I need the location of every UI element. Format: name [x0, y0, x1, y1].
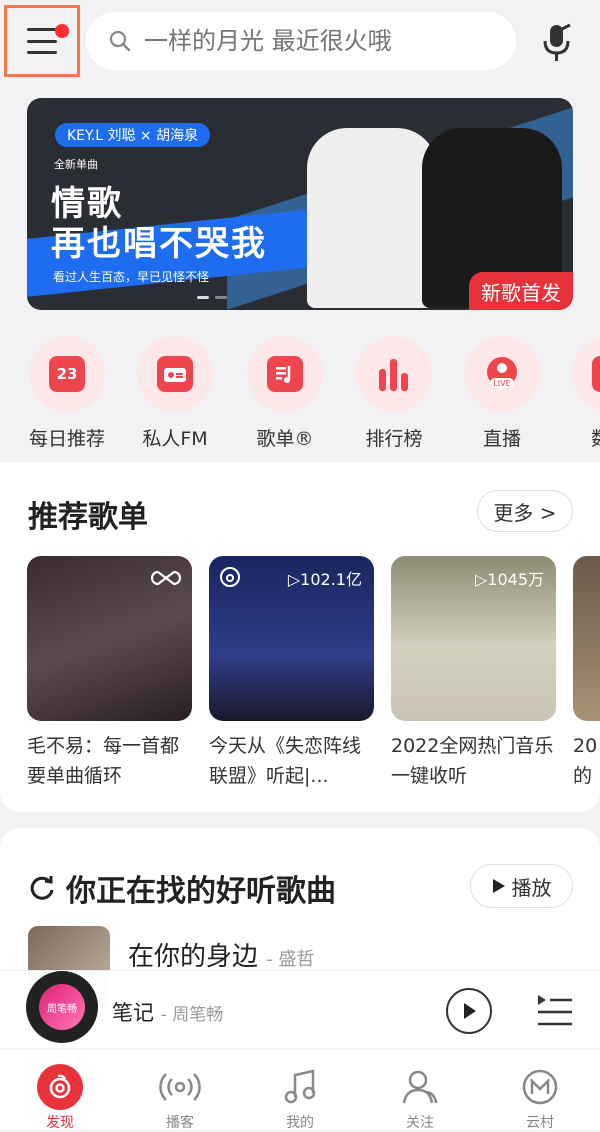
tab-village[interactable]: 云村: [500, 1064, 580, 1132]
mic-icon: [543, 23, 571, 61]
tab-mine[interactable]: 我的: [260, 1064, 340, 1132]
playlist-card[interactable]: ▷102.1亿 今天从《失恋阵线联盟》听起|...: [209, 556, 374, 791]
song-artist: - 盛哲: [266, 949, 315, 970]
refresh-icon: [30, 876, 54, 900]
tab-discover[interactable]: 发现: [20, 1064, 100, 1132]
tab-label: 云村: [526, 1115, 554, 1131]
songs-title: 你正在找的好听歌曲: [66, 874, 336, 909]
banner-pager: [197, 296, 227, 299]
playlist-card[interactable]: 毛不易：每一首都要单曲循环: [27, 556, 192, 791]
radio-icon: [157, 356, 193, 392]
search-icon: [109, 30, 131, 52]
menu-button[interactable]: [4, 5, 80, 77]
playlist-card[interactable]: ▷1045万 2022全网热门音乐一键收听: [391, 556, 556, 791]
mini-player[interactable]: 周笔畅 笔记 - 周笔畅: [0, 970, 600, 1048]
search-input[interactable]: [142, 26, 502, 56]
digital-icon: [592, 356, 600, 392]
follow-icon: [397, 1064, 443, 1110]
banner-artists: KEY.L 刘聪 × 胡海泉: [55, 123, 211, 147]
quick-charts[interactable]: 排行榜: [354, 336, 434, 451]
play-icon: [492, 879, 505, 893]
quick-entries: 23 每日推荐 私人FM 歌单® 排行榜 LIVE 直播 数字: [0, 330, 600, 460]
podcast-icon: [157, 1064, 203, 1110]
tab-podcast[interactable]: 播客: [140, 1064, 220, 1132]
live-icon: LIVE: [487, 357, 517, 388]
playlist-cover: ▷1045万: [391, 556, 556, 721]
banner-tag: 新歌首发: [469, 272, 573, 310]
tab-label: 我的: [286, 1115, 314, 1131]
discover-icon: [37, 1064, 83, 1110]
quick-playlist[interactable]: 歌单®: [245, 336, 325, 451]
tab-label: 播客: [166, 1115, 194, 1131]
banner-title-line2: 再也唱不哭我: [51, 224, 267, 264]
quick-digital[interactable]: 数字: [570, 336, 600, 451]
playlist-card[interactable]: 20的: [573, 556, 600, 791]
bottom-tab-bar: 发现 播客 我的 关注 云村: [0, 1050, 600, 1132]
play-all-button[interactable]: 播放: [470, 864, 573, 908]
playlist-name: 20的: [573, 735, 598, 787]
now-playing-title: 笔记: [112, 1001, 154, 1025]
playlist-cover: [27, 556, 192, 721]
playlist-cover: ▷102.1亿: [209, 556, 374, 721]
song-item[interactable]: 在你的身边 - 盛哲: [128, 936, 315, 973]
now-playing-artist: - 周笔畅: [160, 1005, 224, 1025]
village-icon: [517, 1064, 563, 1110]
recommend-card: 推荐歌单 更多 > 毛不易：每一首都要单曲循环 ▷102.1亿 今天从《失恋阵线…: [0, 462, 600, 812]
chart-icon: [379, 359, 408, 391]
tab-label: 关注: [406, 1115, 434, 1131]
music-note-icon: [277, 1064, 323, 1110]
album-art: 周笔畅: [39, 984, 85, 1030]
now-playing-info[interactable]: 笔记 - 周笔畅: [112, 997, 223, 1027]
playlist-name: 毛不易：每一首都要单曲循环: [27, 735, 180, 787]
quick-label: 每日推荐: [28, 428, 105, 450]
playlist-icon: [267, 356, 303, 392]
calendar-icon: 23: [49, 356, 85, 392]
play-all-label: 播放: [511, 875, 552, 900]
playlist-name: 2022全网热门音乐一键收听: [391, 735, 554, 787]
playlist-cover: [573, 556, 600, 721]
quick-label: 私人FM: [142, 428, 208, 450]
playlist-name: 今天从《失恋阵线联盟》听起|...: [209, 735, 362, 787]
play-count: ▷102.1亿: [287, 570, 362, 589]
menu-icon: [27, 28, 57, 54]
banner-kicker: 全新单曲: [54, 158, 98, 171]
play-icon: [464, 1003, 476, 1019]
mic-button[interactable]: [532, 18, 582, 68]
quick-label: 直播: [482, 428, 521, 450]
quick-fm[interactable]: 私人FM: [135, 336, 215, 451]
tab-follow[interactable]: 关注: [380, 1064, 460, 1132]
artist-photo: [307, 128, 437, 308]
album-disc[interactable]: 周笔畅: [26, 971, 98, 1043]
notification-dot: [55, 24, 69, 38]
more-button[interactable]: 更多 >: [477, 490, 573, 532]
quick-daily[interactable]: 23 每日推荐: [27, 336, 107, 451]
play-count: ▷1045万: [474, 570, 544, 589]
play-pause-button[interactable]: [446, 988, 492, 1034]
svg-text:LIVE: LIVE: [493, 379, 510, 388]
song-title: 在你的身边: [128, 942, 259, 972]
playlist-queue-icon[interactable]: [534, 991, 574, 1029]
loop-icon: [150, 570, 182, 586]
section-title: 你正在找的好听歌曲: [28, 866, 336, 910]
quick-label: 排行榜: [365, 428, 423, 450]
banner-subtitle: 看过人生百态，早已见怪不怪: [53, 270, 210, 284]
section-title: 推荐歌单: [28, 500, 148, 535]
quick-label: 歌单®: [256, 428, 314, 450]
quick-live[interactable]: LIVE 直播: [462, 336, 542, 451]
promo-banner[interactable]: KEY.L 刘聪 × 胡海泉 全新单曲 情歌 再也唱不哭我 看过人生百态，早已见…: [27, 98, 573, 310]
search-bar[interactable]: [86, 12, 516, 70]
netease-logo-icon: [220, 567, 240, 587]
quick-label: 数字: [570, 424, 600, 451]
tab-label: 发现: [46, 1115, 74, 1131]
